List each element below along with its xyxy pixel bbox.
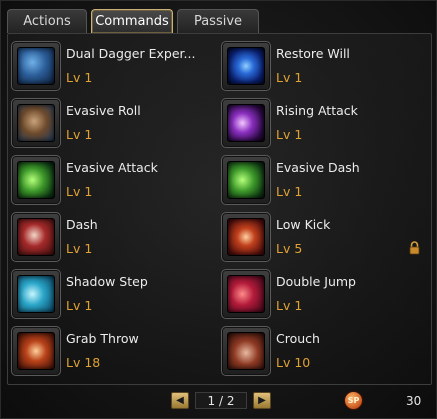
skill-name: Restore Will — [276, 46, 350, 61]
sp-icon: SP — [344, 391, 363, 410]
lock-icon — [409, 241, 420, 255]
skill-level: Lv 10 — [276, 355, 311, 370]
skill-crouch[interactable]: Crouch Lv 10 — [221, 326, 426, 376]
right-arrow-icon[interactable]: ▶ — [253, 392, 271, 409]
skill-level: Lv 18 — [66, 355, 101, 370]
evasive-attack-icon — [17, 161, 55, 199]
skill-evasive-attack[interactable]: Evasive Attack Lv 1 — [11, 155, 216, 205]
skill-slot[interactable] — [221, 326, 271, 376]
skill-level: Lv 5 — [276, 241, 303, 256]
skill-slot[interactable] — [11, 269, 61, 319]
shadow-step-icon — [17, 275, 55, 313]
blue-orb-icon — [227, 47, 265, 85]
skill-name: Evasive Attack — [66, 160, 158, 175]
skill-dash[interactable]: Dash Lv 1 — [11, 212, 216, 262]
skill-slot[interactable] — [11, 98, 61, 148]
skill-level: Lv 1 — [66, 184, 93, 199]
skill-info: Dash Lv 1 — [61, 212, 211, 262]
skill-level: Lv 1 — [66, 70, 93, 85]
skill-evasive-roll[interactable]: Evasive Roll Lv 1 — [11, 98, 216, 148]
skill-grab-throw[interactable]: Grab Throw Lv 18 — [11, 326, 216, 376]
crouch-icon — [227, 332, 265, 370]
skill-name: Evasive Dash — [276, 160, 360, 175]
tab-bar: Actions Commands Passive — [7, 9, 259, 33]
skill-name: Grab Throw — [66, 331, 139, 346]
skill-info: Low Kick Lv 5 — [271, 212, 421, 262]
skill-info: Crouch Lv 10 — [271, 326, 421, 376]
skill-level: Lv 1 — [276, 70, 303, 85]
skill-slot[interactable] — [221, 98, 271, 148]
skill-info: Shadow Step Lv 1 — [61, 269, 211, 319]
skill-info: Evasive Dash Lv 1 — [271, 155, 421, 205]
skill-dual-dagger-expertise[interactable]: Dual Dagger Exper... Lv 1 — [11, 41, 216, 91]
skill-restore-will[interactable]: Restore Will Lv 1 — [221, 41, 426, 91]
skill-info: Double Jump Lv 1 — [271, 269, 421, 319]
low-kick-icon — [227, 218, 265, 256]
skill-level: Lv 1 — [276, 184, 303, 199]
dual-dagger-icon — [17, 47, 55, 85]
left-arrow-icon[interactable]: ◀ — [171, 392, 189, 409]
skill-grid: Dual Dagger Exper... Lv 1 Restore Will L… — [11, 41, 428, 376]
skill-slot[interactable] — [221, 212, 271, 262]
skill-level: Lv 1 — [66, 298, 93, 313]
skill-info: Evasive Roll Lv 1 — [61, 98, 211, 148]
skill-level: Lv 1 — [66, 241, 93, 256]
skill-name: Crouch — [276, 331, 320, 346]
tab-passive[interactable]: Passive — [177, 9, 259, 33]
skill-name: Evasive Roll — [66, 103, 141, 118]
tab-actions[interactable]: Actions — [7, 9, 87, 33]
skill-info: Rising Attack Lv 1 — [271, 98, 421, 148]
skill-slot[interactable] — [11, 212, 61, 262]
skill-level: Lv 1 — [276, 127, 303, 142]
page-indicator: 1 / 2 — [195, 392, 247, 409]
dash-icon — [17, 218, 55, 256]
skill-info: Dual Dagger Exper... Lv 1 — [61, 41, 211, 91]
grab-throw-icon — [17, 332, 55, 370]
skill-level: Lv 1 — [66, 127, 93, 142]
page-navigator: ◀ 1 / 2 ▶ — [171, 392, 271, 409]
skill-name: Rising Attack — [276, 103, 358, 118]
tab-commands[interactable]: Commands — [91, 9, 173, 33]
skill-name: Dash — [66, 217, 98, 232]
sp-value: 30 — [406, 394, 422, 408]
skill-name: Low Kick — [276, 217, 331, 232]
skill-slot[interactable] — [11, 41, 61, 91]
skill-low-kick[interactable]: Low Kick Lv 5 — [221, 212, 426, 262]
skill-slot[interactable] — [221, 269, 271, 319]
skill-window: Actions Commands Passive Dual Dagger Exp… — [0, 0, 437, 419]
skill-info: Grab Throw Lv 18 — [61, 326, 211, 376]
skill-slot[interactable] — [221, 41, 271, 91]
skill-double-jump[interactable]: Double Jump Lv 1 — [221, 269, 426, 319]
skill-slot[interactable] — [11, 155, 61, 205]
skill-rising-attack[interactable]: Rising Attack Lv 1 — [221, 98, 426, 148]
skill-name: Shadow Step — [66, 274, 148, 289]
skill-info: Restore Will Lv 1 — [271, 41, 421, 91]
skill-name: Dual Dagger Exper... — [66, 46, 196, 61]
rising-attack-icon — [227, 104, 265, 142]
evasive-roll-icon — [17, 104, 55, 142]
evasive-dash-icon — [227, 161, 265, 199]
skill-slot[interactable] — [11, 326, 61, 376]
skill-slot[interactable] — [221, 155, 271, 205]
skill-shadow-step[interactable]: Shadow Step Lv 1 — [11, 269, 216, 319]
skill-level: Lv 1 — [276, 298, 303, 313]
skill-name: Double Jump — [276, 274, 356, 289]
double-jump-icon — [227, 275, 265, 313]
skill-info: Evasive Attack Lv 1 — [61, 155, 211, 205]
skill-evasive-dash[interactable]: Evasive Dash Lv 1 — [221, 155, 426, 205]
